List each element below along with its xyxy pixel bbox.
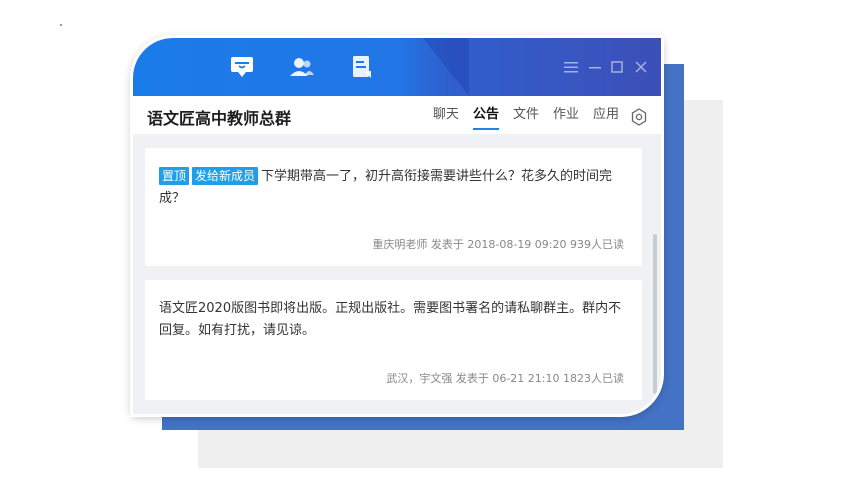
notes-icon[interactable]: [347, 52, 377, 82]
title-bar: [133, 38, 661, 96]
stray-dot: [60, 24, 62, 26]
minimize-icon[interactable]: [585, 56, 605, 78]
announcement-body: 语文匠2020版图书即将出版。正规出版社。需要图书署名的请私聊群主。群内不回复。…: [159, 298, 629, 342]
announcement-card[interactable]: 置顶 发给新成员 下学期带高一了，初升高衔接需要讲些什么？花多久的时间完成？ 重庆明…: [145, 148, 642, 266]
tab-announcements[interactable]: 公告: [472, 104, 499, 130]
announcement-card[interactable]: 语文匠2020版图书即将出版。正规出版社。需要图书署名的请私聊群主。群内不回复。…: [145, 280, 642, 400]
titlebar-accent-shape: [423, 38, 469, 96]
menu-icon[interactable]: [561, 56, 581, 78]
announcement-list: 置顶 发给新成员 下学期带高一了，初升高衔接需要讲些什么？花多久的时间完成？ 重庆明…: [133, 134, 661, 414]
tab-homework[interactable]: 作业: [553, 104, 579, 130]
settings-icon[interactable]: [629, 107, 649, 127]
contacts-icon[interactable]: [287, 52, 317, 82]
tab-files[interactable]: 文件: [513, 104, 539, 130]
group-window: 语文匠高中教师总群 聊天 公告 文件 作业 应用 置顶 发给新成员 下学期带高一了，…: [133, 38, 661, 414]
pinned-badge: 置顶: [159, 167, 190, 185]
scrollbar[interactable]: [653, 234, 657, 394]
announcement-body: 置顶 发给新成员 下学期带高一了，初升高衔接需要讲些什么？花多久的时间完成？: [159, 166, 629, 210]
new-member-badge: 发给新成员: [192, 167, 259, 185]
announcement-meta: 重庆明老师 发表于 2018-08-19 09:20 939人已读: [372, 238, 624, 251]
tab-apps[interactable]: 应用: [593, 104, 619, 130]
announcement-meta: 武汉，宇文强 发表于 06-21 21:10 1823人已读: [386, 372, 624, 385]
group-name: 语文匠高中教师总群: [147, 109, 292, 128]
maximize-icon[interactable]: [607, 56, 627, 78]
tab-chat[interactable]: 聊天: [433, 104, 459, 130]
tab-bar: 聊天 公告 文件 作业 应用: [419, 104, 649, 130]
announcement-text: 语文匠2020版图书即将出版。正规出版社。需要图书署名的请私聊群主。群内不回复。…: [159, 301, 622, 338]
chat-icon[interactable]: [227, 52, 257, 82]
close-icon[interactable]: [631, 56, 651, 78]
